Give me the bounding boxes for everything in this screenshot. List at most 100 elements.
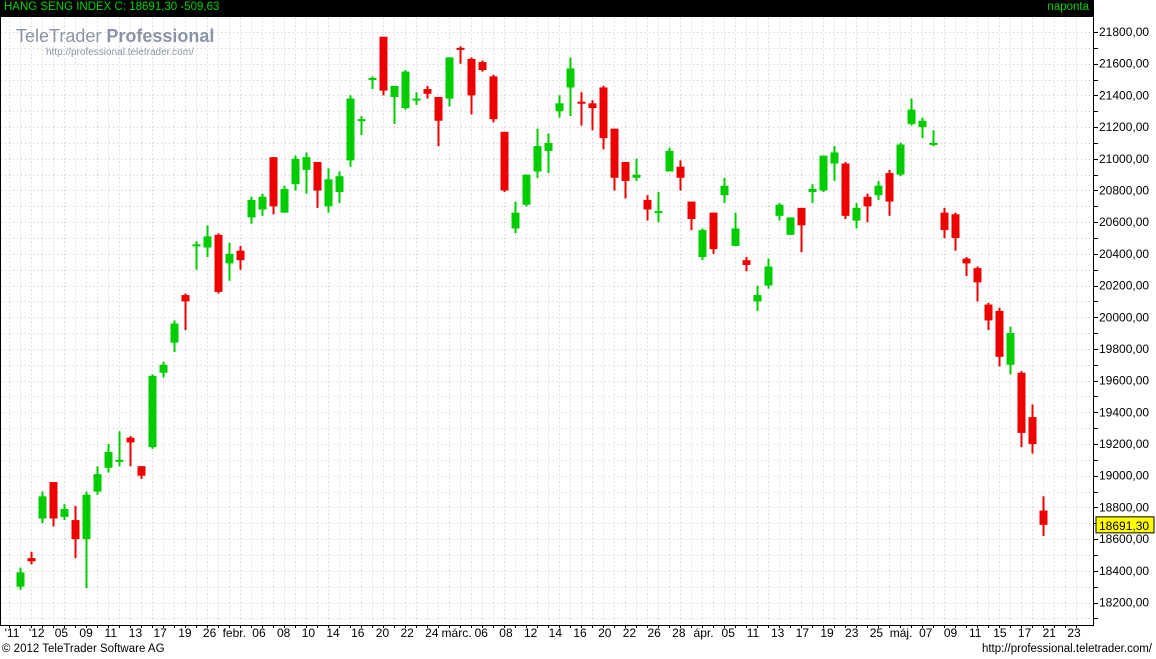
last-price-label: 18691,30 [1099, 519, 1149, 533]
candle-body [929, 142, 938, 145]
candle-body [973, 268, 982, 283]
footer: © 2012 TeleTrader Software AG http://pro… [0, 641, 1156, 659]
candle [390, 85, 399, 124]
candle-body [687, 201, 696, 219]
candle [775, 203, 784, 221]
candle-body [621, 161, 630, 181]
y-tick-label: 21800,00 [1099, 25, 1149, 39]
x-tick-label: '12 [29, 626, 45, 640]
y-tick-label: 21200,00 [1099, 120, 1149, 134]
candle-body [467, 58, 476, 96]
candle-body [1039, 510, 1048, 525]
candle [27, 551, 36, 565]
y-tick-label: 18400,00 [1099, 564, 1149, 578]
candle [368, 76, 377, 90]
x-tick-label: 12 [524, 626, 538, 640]
y-tick-label: 18600,00 [1099, 532, 1149, 546]
candle-body [577, 101, 586, 104]
candle [753, 285, 762, 311]
candle-body [324, 179, 333, 207]
candle-body [27, 558, 36, 562]
logo-url: http://professional.teletrader.com/ [46, 47, 194, 58]
y-tick-label: 18800,00 [1099, 500, 1149, 514]
candle-body [302, 157, 311, 170]
candle [511, 201, 520, 234]
candle [445, 57, 454, 107]
candle-body [192, 244, 201, 247]
candle [1006, 326, 1015, 375]
candle-body [599, 87, 608, 139]
candle-body [115, 459, 124, 462]
x-tick-label: 19 [178, 626, 192, 640]
x-tick-label: 21 [1043, 626, 1057, 640]
candle [104, 444, 113, 473]
candle [819, 155, 828, 193]
candle [1028, 404, 1037, 454]
x-tick-label: 06 [252, 626, 266, 640]
x-tick-label: 10 [302, 626, 316, 640]
candle-body [566, 68, 575, 88]
candle [434, 96, 443, 147]
y-tick-label: 21600,00 [1099, 57, 1149, 71]
candle-body [731, 228, 740, 246]
x-tick-label: 26 [647, 626, 661, 640]
x-tick-label: 07 [919, 626, 933, 640]
candle [379, 36, 388, 96]
logo-name-prefix: TeleTrader [16, 26, 107, 46]
candle [533, 128, 542, 178]
x-tick-label: 14 [326, 626, 340, 640]
x-tick-label: 14 [549, 626, 563, 640]
candle-body [709, 212, 718, 250]
candle-body [181, 295, 190, 302]
candle [522, 174, 531, 207]
x-tick-label: 11 [747, 626, 760, 640]
candle-body [698, 230, 707, 258]
candle [731, 212, 740, 246]
x-tick-label: ápr. [694, 626, 714, 640]
candle-body [764, 266, 773, 286]
candle [599, 85, 608, 150]
candle-body [203, 236, 212, 248]
x-tick-label: 11 [969, 626, 982, 640]
candle [1039, 496, 1048, 536]
candle [863, 193, 872, 223]
candle-body [313, 161, 322, 191]
candle-body [38, 496, 47, 519]
candle [38, 491, 47, 524]
candle-body [423, 89, 432, 94]
candle-body [379, 36, 388, 91]
candle-body [797, 207, 806, 226]
candle-body [1006, 333, 1015, 365]
y-tick-label: 20400,00 [1099, 247, 1149, 261]
candle-body [500, 131, 509, 191]
candle-body [533, 146, 542, 172]
candle-body [819, 155, 828, 191]
x-tick-label: 16 [351, 626, 365, 640]
candle-body [951, 214, 960, 239]
candle-body [775, 204, 784, 216]
candle [478, 60, 487, 72]
candle-body [896, 144, 905, 175]
candle-body [907, 109, 916, 124]
candle [687, 201, 696, 231]
candle [885, 169, 894, 216]
candle [566, 57, 575, 116]
x-tick-label: máj. [890, 626, 913, 640]
candle-body [1017, 372, 1026, 433]
candle [841, 161, 850, 219]
x-tick-label: 09 [944, 626, 958, 640]
x-tick-label: 23 [1067, 626, 1081, 640]
candle-body [49, 482, 58, 519]
candle [357, 115, 366, 136]
candle [170, 320, 179, 353]
candle-body [874, 185, 883, 196]
candle-body [654, 211, 663, 214]
x-tick-label: 25 [870, 626, 884, 640]
candle [313, 161, 322, 208]
y-tick-label: 20200,00 [1099, 279, 1149, 293]
candle-body [93, 474, 102, 492]
candle [269, 157, 278, 215]
candle [555, 95, 564, 118]
candle-body [335, 176, 344, 193]
candle [907, 98, 916, 126]
